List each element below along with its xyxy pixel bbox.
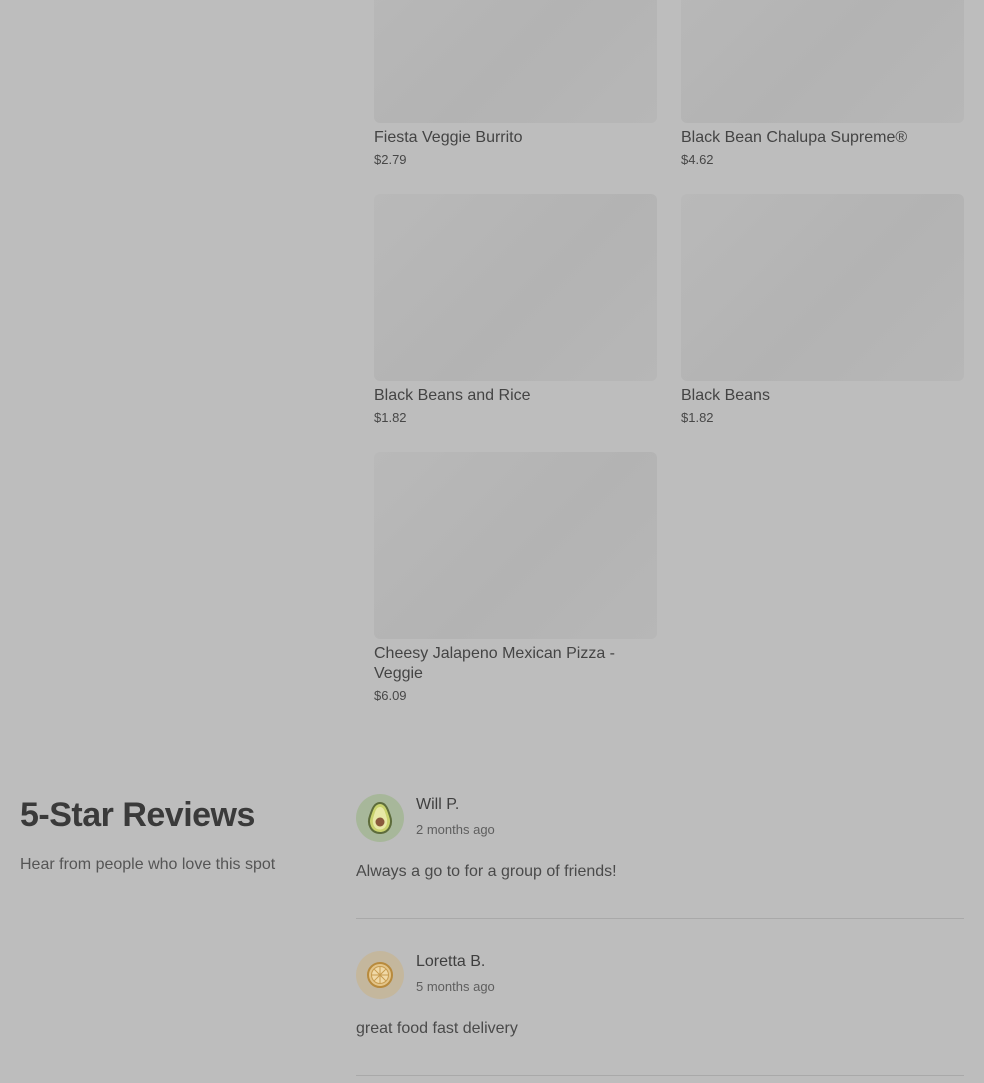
menu-item-price: $4.62 <box>681 152 714 167</box>
avatar <box>356 951 404 999</box>
menu-item[interactable]: Black Beans and Rice $1.82 <box>374 194 657 452</box>
menu-item-image[interactable] <box>374 194 657 381</box>
menu-item-image[interactable] <box>681 0 964 123</box>
menu-item-image[interactable] <box>374 0 657 123</box>
review-author: Loretta B. <box>416 953 486 970</box>
store-page: Fiesta Veggie Burrito $2.79 Black Bean C… <box>0 0 984 1083</box>
avatar <box>356 794 404 842</box>
reviews-title: 5-Star Reviews <box>20 796 255 834</box>
menu-grid: Fiesta Veggie Burrito $2.79 Black Bean C… <box>374 0 964 710</box>
avocado-icon <box>368 801 392 835</box>
menu-item-image[interactable] <box>681 194 964 381</box>
menu-item-name[interactable]: Black Beans and Rice <box>374 386 657 406</box>
menu-item[interactable]: Black Beans $1.82 <box>681 194 964 452</box>
menu-item-price: $1.82 <box>374 410 407 425</box>
review-date: 2 months ago <box>416 822 495 837</box>
menu-item-name[interactable]: Fiesta Veggie Burrito <box>374 128 657 148</box>
menu-item[interactable]: Cheesy Jalapeno Mexican Pizza - Veggie $… <box>374 452 657 710</box>
menu-item-price: $1.82 <box>681 410 714 425</box>
menu-item-price: $6.09 <box>374 688 407 703</box>
menu-item-image[interactable] <box>374 452 657 639</box>
menu-item-name[interactable]: Black Bean Chalupa Supreme® <box>681 128 964 148</box>
menu-item-name[interactable]: Black Beans <box>681 386 964 406</box>
menu-item-name[interactable]: Cheesy Jalapeno Mexican Pizza - Veggie <box>374 644 657 684</box>
menu-item[interactable]: Fiesta Veggie Burrito $2.79 <box>374 0 657 194</box>
menu-item[interactable]: Black Bean Chalupa Supreme® $4.62 <box>681 0 964 194</box>
review-list: Will P. 2 months ago Always a go to for … <box>356 794 964 1083</box>
reviews-header: 5-Star Reviews Hear from people who love… <box>20 795 340 875</box>
review-card: Will P. 2 months ago Always a go to for … <box>356 794 964 919</box>
review-card: Loretta B. 5 months ago great food fast … <box>356 951 964 1076</box>
review-text: Always a go to for a group of friends! <box>356 863 617 880</box>
review-date: 5 months ago <box>416 979 495 994</box>
menu-item-price: $2.79 <box>374 152 407 167</box>
review-author: Will P. <box>416 796 460 813</box>
review-text: great food fast delivery <box>356 1020 518 1037</box>
citrus-slice-icon <box>367 962 393 988</box>
reviews-subtitle: Hear from people who love this spot <box>20 856 276 873</box>
